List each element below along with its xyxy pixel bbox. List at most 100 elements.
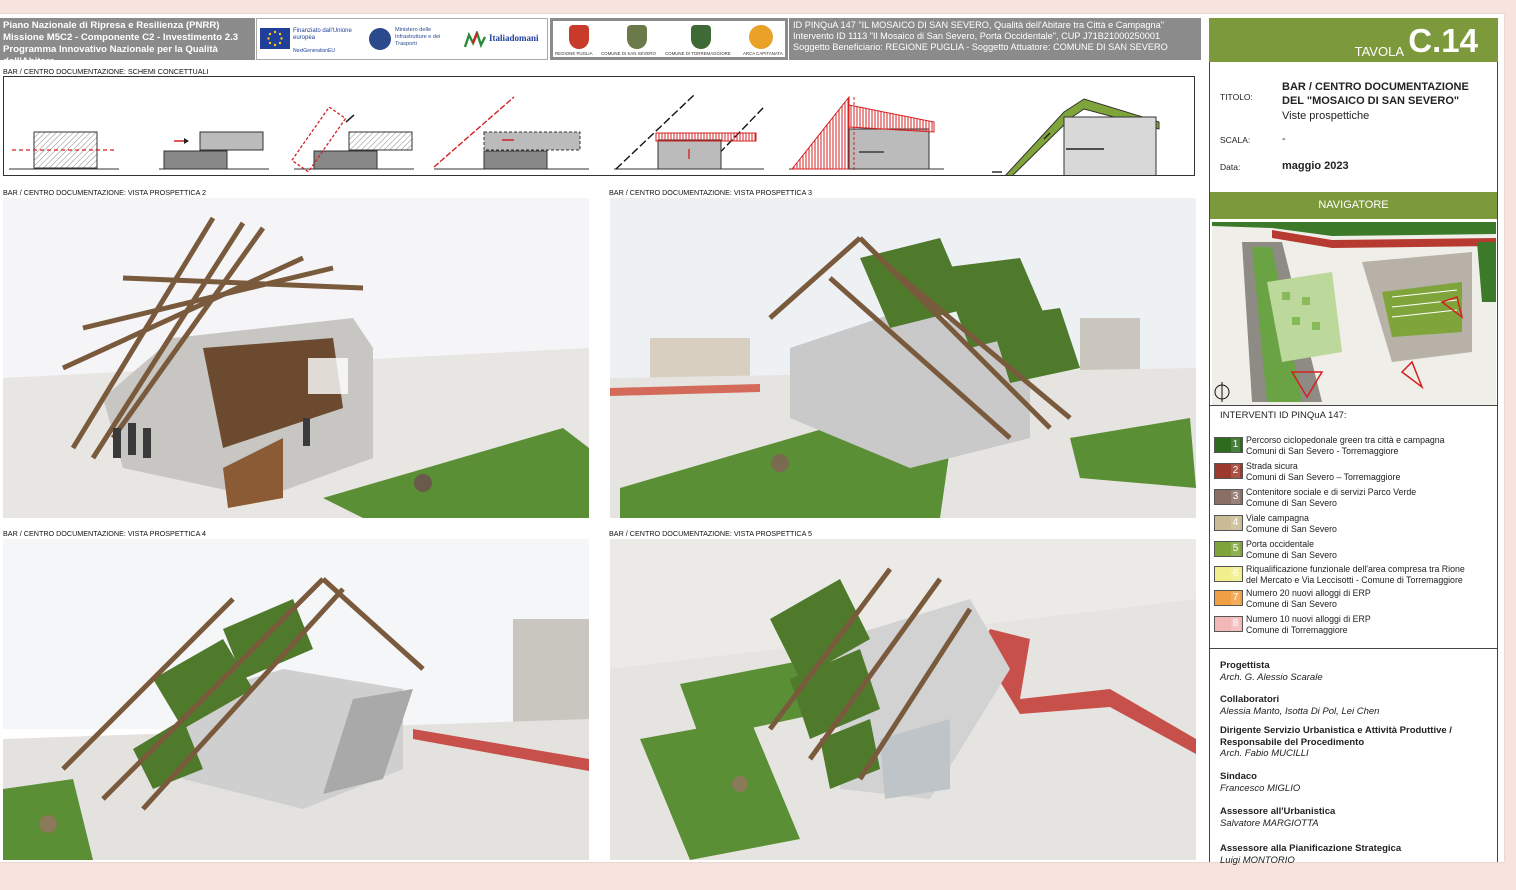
eu-logo-sub: NextGenerationEU	[293, 48, 335, 54]
render-vista-5-image	[610, 539, 1196, 860]
italiadomani-icon	[463, 29, 487, 49]
legend-swatch: 5	[1214, 541, 1243, 557]
legend-text: Strada sicura Comuni di San Severo – Torr…	[1246, 461, 1401, 482]
legend-divider	[1210, 405, 1497, 406]
tavola-number: C.14	[1408, 22, 1478, 59]
legend-number: 4	[1231, 516, 1240, 530]
titolo-line-2: DEL "MOSAICO DI SAN SEVERO"	[1282, 95, 1460, 107]
project-id-block: ID PINQuA 147 "IL MOSAICO DI SAN SEVERO,…	[789, 18, 1201, 60]
scala-value: -	[1282, 133, 1286, 145]
republic-emblem-icon	[369, 28, 391, 50]
scheme-1	[9, 131, 119, 170]
italiadomani-text: Italiadomani	[489, 33, 539, 43]
legend-swatch: 1	[1214, 437, 1243, 453]
scheme-5	[614, 94, 765, 170]
credit-collaboratori: Collaboratori Alessia Manto, Isotta Di Po…	[1220, 694, 1380, 717]
legend-text: Percorso ciclopedonale green tra città e…	[1246, 435, 1445, 456]
logo-caption-3: COMUNE DI TORREMAGGIORE	[665, 51, 731, 56]
legend-text: Numero 20 nuovi alloggi di ERP Comune di …	[1246, 588, 1371, 609]
render-vista-2	[3, 198, 589, 518]
eu-logo-text: Finanziato dall'Unione europea	[293, 28, 352, 41]
legend-item: 2 Strada sicura Comuni di San Severo – To…	[1214, 461, 1494, 485]
id-line-1: ID PINQuA 147 "IL MOSAICO DI SAN SEVERO,…	[793, 20, 1164, 30]
credit-assessore-urbanistica: Assessore all'Urbanistica Salvatore MARGI…	[1220, 806, 1336, 829]
eu-stars-icon	[267, 30, 283, 47]
credit-assessore-pianificazione: Assessore alla Pianificazione Strategica…	[1220, 843, 1402, 866]
titolo-line-1: BAR / CENTRO DOCUMENTAZIONE	[1282, 81, 1469, 93]
id-line-2: Intervento ID 1113 "Il Mosaico di San Se…	[793, 31, 1161, 41]
puglia-crest-icon	[569, 25, 589, 49]
legend-swatch: 6	[1214, 566, 1243, 582]
legend-swatch: 2	[1214, 463, 1243, 479]
navigatore-bar: NAVIGATORE	[1210, 192, 1497, 219]
scheme-3	[290, 106, 414, 173]
logo-caption-1: REGIONE PUGLIA	[555, 51, 593, 56]
titolo-line-3: Viste prospettiche	[1282, 110, 1370, 122]
concept-diagrams-svg	[9, 94, 1160, 180]
san-severo-crest-icon	[627, 25, 647, 49]
legend-item: 4 Viale campagna Comune di San Severo	[1214, 513, 1494, 537]
section-title-vista-3: BAR / CENTRO DOCUMENTAZIONE: VISTA PROSP…	[609, 188, 813, 197]
render-vista-3	[610, 198, 1196, 518]
tavola-label: TAVOLA	[1354, 44, 1404, 59]
credit-sindaco: Sindaco Francesco MIGLIO	[1220, 771, 1301, 794]
concept-diagrams	[3, 76, 1195, 180]
legend-number: 2	[1231, 464, 1240, 478]
section-title-vista-4: BAR / CENTRO DOCUMENTAZIONE: VISTA PROSP…	[3, 529, 207, 538]
scala-label: SCALA:	[1220, 135, 1251, 145]
legend-item: 1 Percorso ciclopedonale green tra città…	[1214, 435, 1494, 459]
arca-logo-icon	[749, 25, 773, 49]
legend-swatch: 4	[1214, 515, 1243, 531]
info-panel: TITOLO: BAR / CENTRO DOCUMENTAZIONE DEL …	[1209, 62, 1498, 866]
pnrr-line-2: Missione M5C2 - Componente C2 - Investim…	[3, 32, 239, 43]
municipal-logos: REGIONE PUGLIA COMUNE DI SAN SEVERO COMU…	[550, 18, 788, 60]
legend-item: 7 Numero 20 nuovi alloggi di ERP Comune d…	[1214, 588, 1494, 612]
logo-caption-4: ARCA CAPITANATA	[743, 51, 783, 56]
ministry-text: Ministero delle Infrastrutture e dei Tra…	[395, 27, 441, 47]
legend-text: Numero 10 nuovi alloggi di ERP Comune di …	[1246, 614, 1371, 635]
credit-progettista: Progettista Arch. G. Alessio Scarale	[1220, 660, 1323, 683]
scheme-6	[789, 95, 944, 172]
legend-number: 5	[1231, 542, 1240, 556]
legend-item: 3 Contenitore sociale e di servizi Parco…	[1214, 487, 1494, 511]
legend-number: 7	[1231, 591, 1240, 605]
legend-number: 6	[1231, 567, 1240, 581]
legend-swatch: 8	[1214, 616, 1243, 632]
render-vista-3-image	[610, 198, 1196, 518]
credits-divider	[1210, 648, 1497, 649]
legend-item: 5 Porta occidentale Comune di San Severo	[1214, 539, 1494, 563]
pnrr-line-3: Programma Innovativo Nazionale per la Qu…	[3, 44, 218, 67]
data-label: Data:	[1220, 162, 1241, 172]
legend-text: Viale campagna Comune di San Severo	[1246, 513, 1337, 534]
legend-number: 3	[1231, 490, 1240, 504]
render-vista-5	[610, 539, 1196, 860]
data-value: maggio 2023	[1282, 160, 1349, 172]
titolo-label: TITOLO:	[1220, 92, 1253, 102]
legend-item: 8 Numero 10 nuovi alloggi di ERP Comune d…	[1214, 614, 1494, 638]
torremaggiore-crest-icon	[691, 25, 711, 49]
legend-text: Contenitore sociale e di servizi Parco V…	[1246, 487, 1417, 508]
render-vista-2-image	[3, 198, 589, 518]
pnrr-title-block: Piano Nazionale di Ripresa e Resilienza …	[0, 18, 255, 67]
eu-flag-icon	[260, 28, 290, 49]
credit-dirigente: Dirigente Servizio Urbanistica e Attivit…	[1220, 725, 1452, 759]
pnrr-line-1: Piano Nazionale di Ripresa e Resilienza …	[3, 20, 220, 31]
section-title-vista-2: BAR / CENTRO DOCUMENTAZIONE: VISTA PROSP…	[3, 188, 207, 197]
scheme-7	[963, 98, 1160, 180]
navigatore-map	[1212, 222, 1496, 405]
legend-swatch: 7	[1214, 590, 1243, 606]
navigatore-map-image	[1212, 222, 1496, 405]
legend-item: 6 Riqualificazione funzionale dell'area …	[1214, 564, 1494, 588]
logo-caption-2: COMUNE DI SAN SEVERO	[601, 51, 656, 56]
id-line-3: Soggetto Beneficiario: REGIONE PUGLIA - …	[793, 42, 1168, 52]
section-title-schemi: BAR / CENTRO DOCUMENTAZIONE: SCHEMI CONC…	[3, 67, 209, 76]
render-vista-4	[3, 539, 589, 860]
legend-text: Riqualificazione funzionale dell'area co…	[1246, 564, 1465, 585]
legend-text: Porta occidentale Comune di San Severo	[1246, 539, 1337, 560]
legend-swatch: 3	[1214, 489, 1243, 505]
section-title-vista-5: BAR / CENTRO DOCUMENTAZIONE: VISTA PROSP…	[609, 529, 813, 538]
scheme-4	[433, 96, 589, 170]
legend-title: INTERVENTI ID PINQuA 147:	[1220, 410, 1347, 421]
legend-number: 8	[1231, 617, 1240, 631]
tavola-box: TAVOLA C.14	[1209, 18, 1498, 62]
